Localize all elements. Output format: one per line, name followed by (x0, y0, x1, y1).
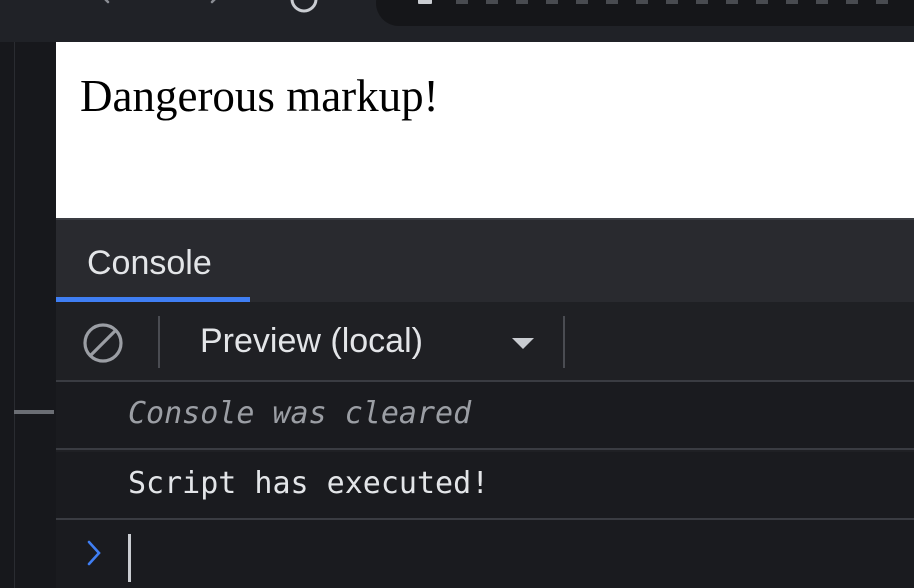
toolbar-separator (158, 316, 160, 368)
url-text (456, 0, 896, 4)
console-log-text[interactable]: Script has executed! (128, 466, 489, 501)
browser-window: Dangerous markup! Console Preview (local… (0, 0, 914, 588)
toolbar-separator (563, 316, 565, 368)
tab-console[interactable]: Console (56, 220, 250, 304)
clear-console-icon[interactable] (82, 322, 124, 364)
reload-icon[interactable] (289, 0, 319, 14)
devtools-panel: Console Preview (local) Console was clea… (56, 218, 914, 588)
devtools-tabbar: Console (56, 218, 914, 304)
chevron-right-icon (87, 540, 101, 566)
page-info-icon[interactable] (418, 0, 432, 4)
text-caret (128, 534, 131, 582)
context-select-value: Preview (local) (200, 322, 423, 360)
console-message: Script has executed! (56, 452, 914, 520)
address-bar[interactable] (376, 0, 914, 26)
page-viewport: Dangerous markup! (56, 42, 914, 218)
resize-handle[interactable] (14, 410, 54, 414)
console-toolbar: Preview (local) (56, 302, 914, 382)
rail-divider (14, 42, 15, 588)
console-message: Console was cleared (56, 382, 914, 450)
console-cleared-text: Console was cleared (128, 396, 472, 431)
page-heading: Dangerous markup! (80, 71, 439, 121)
forward-arrow-icon[interactable] (206, 0, 224, 4)
left-rail (0, 42, 56, 588)
javascript-context-select[interactable]: Preview (local) (176, 302, 556, 380)
back-arrow-icon[interactable] (96, 0, 114, 4)
console-input[interactable] (126, 532, 906, 582)
browser-toolbar (0, 0, 914, 42)
chevron-down-icon (512, 338, 534, 349)
tab-console-label: Console (87, 244, 212, 282)
console-prompt (56, 520, 914, 588)
